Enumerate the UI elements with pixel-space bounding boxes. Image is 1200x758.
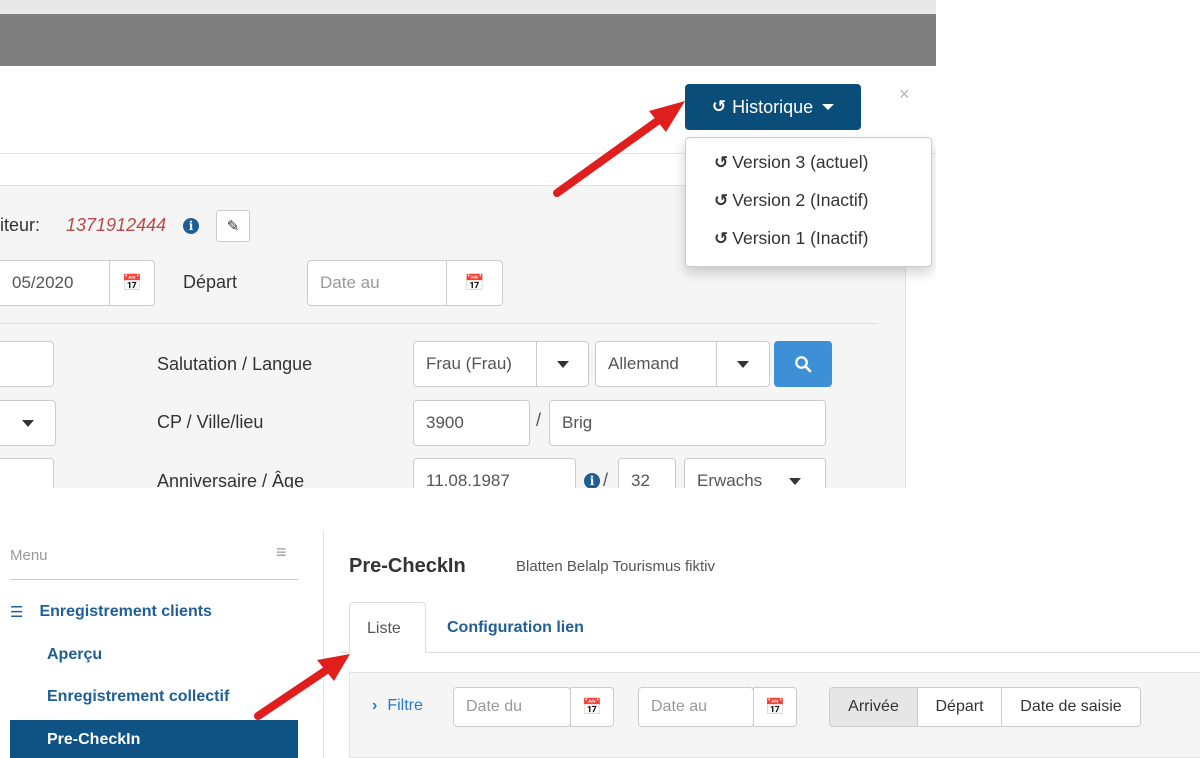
red-arrow <box>553 101 685 197</box>
annotation-arrows <box>254 101 685 720</box>
red-arrow <box>254 654 350 720</box>
